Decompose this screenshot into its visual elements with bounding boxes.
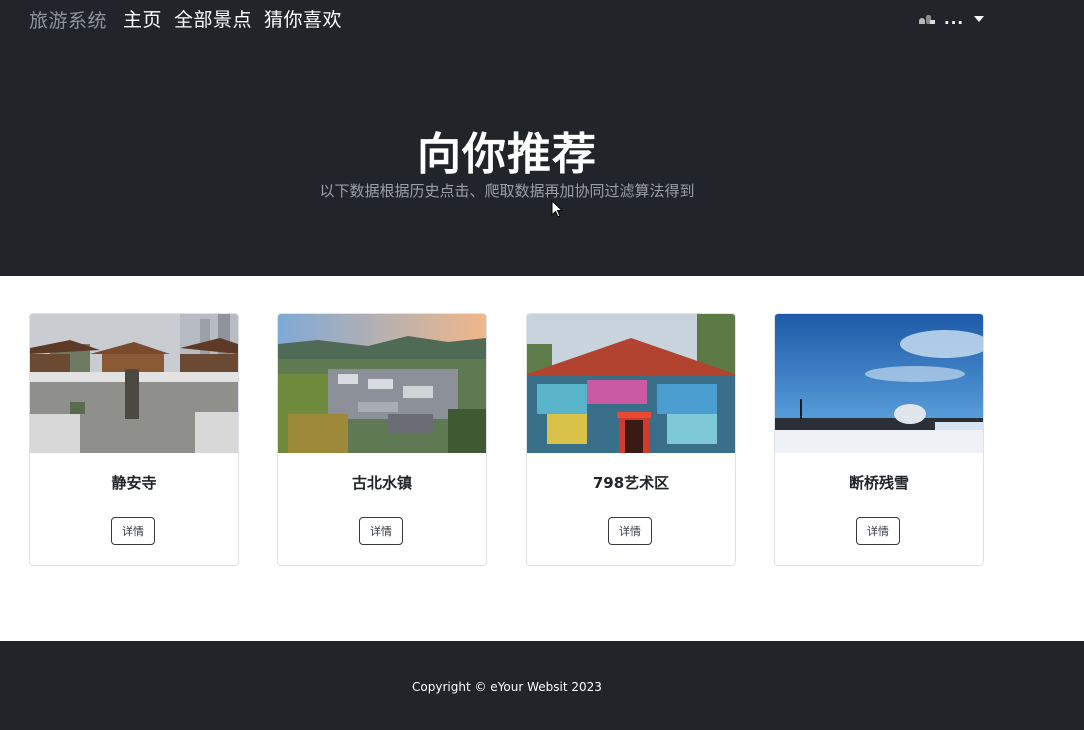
snow-bridge-photo[interactable] — [775, 314, 983, 453]
details-button[interactable]: 详情 — [608, 517, 652, 545]
user-name: ... — [944, 10, 965, 28]
details-button[interactable]: 详情 — [111, 517, 155, 545]
hero-section: 旅游系统 主页 全部景点 猜你喜欢 ... 向你推荐 以下数据根据历史点击、爬取… — [0, 0, 1084, 276]
water-town-photo[interactable] — [278, 314, 486, 453]
graffiti-art-photo[interactable] — [527, 314, 735, 453]
navbar: 旅游系统 主页 全部景点 猜你喜欢 ... — [0, 0, 1084, 36]
nav-link-home[interactable]: 主页 — [123, 5, 162, 32]
details-button[interactable]: 详情 — [856, 517, 900, 545]
temple-photo[interactable] — [30, 314, 238, 453]
avatar — [916, 12, 936, 26]
attraction-card: 798艺术区 详情 — [526, 313, 736, 566]
attraction-card: 断桥残雪 详情 — [774, 313, 984, 566]
nav-links: 主页 全部景点 猜你喜欢 — [123, 5, 342, 32]
attraction-card: 静安寺 详情 — [29, 313, 239, 566]
footer: Copyright © eYour Websit 2023 — [0, 641, 1084, 730]
attraction-card: 古北水镇 详情 — [277, 313, 487, 566]
page-subtitle: 以下数据根据历史点击、爬取数据再加协同过滤算法得到 — [319, 182, 695, 200]
nav-link-all-attractions[interactable]: 全部景点 — [174, 5, 252, 32]
nav-link-recommend[interactable]: 猜你喜欢 — [264, 5, 342, 32]
copyright-text: Copyright © eYour Websit 2023 — [412, 680, 602, 694]
caret-down-icon — [974, 16, 985, 22]
page-title: 向你推荐 — [417, 129, 597, 180]
user-dropdown[interactable]: ... — [916, 10, 985, 28]
card-title: 古北水镇 — [351, 474, 412, 492]
card-title: 静安寺 — [111, 474, 157, 492]
card-title: 断桥残雪 — [848, 474, 909, 492]
card-title: 798艺术区 — [592, 474, 670, 492]
mouse-cursor-icon — [551, 200, 563, 218]
brand-logo[interactable]: 旅游系统 — [29, 6, 107, 33]
details-button[interactable]: 详情 — [359, 517, 403, 545]
